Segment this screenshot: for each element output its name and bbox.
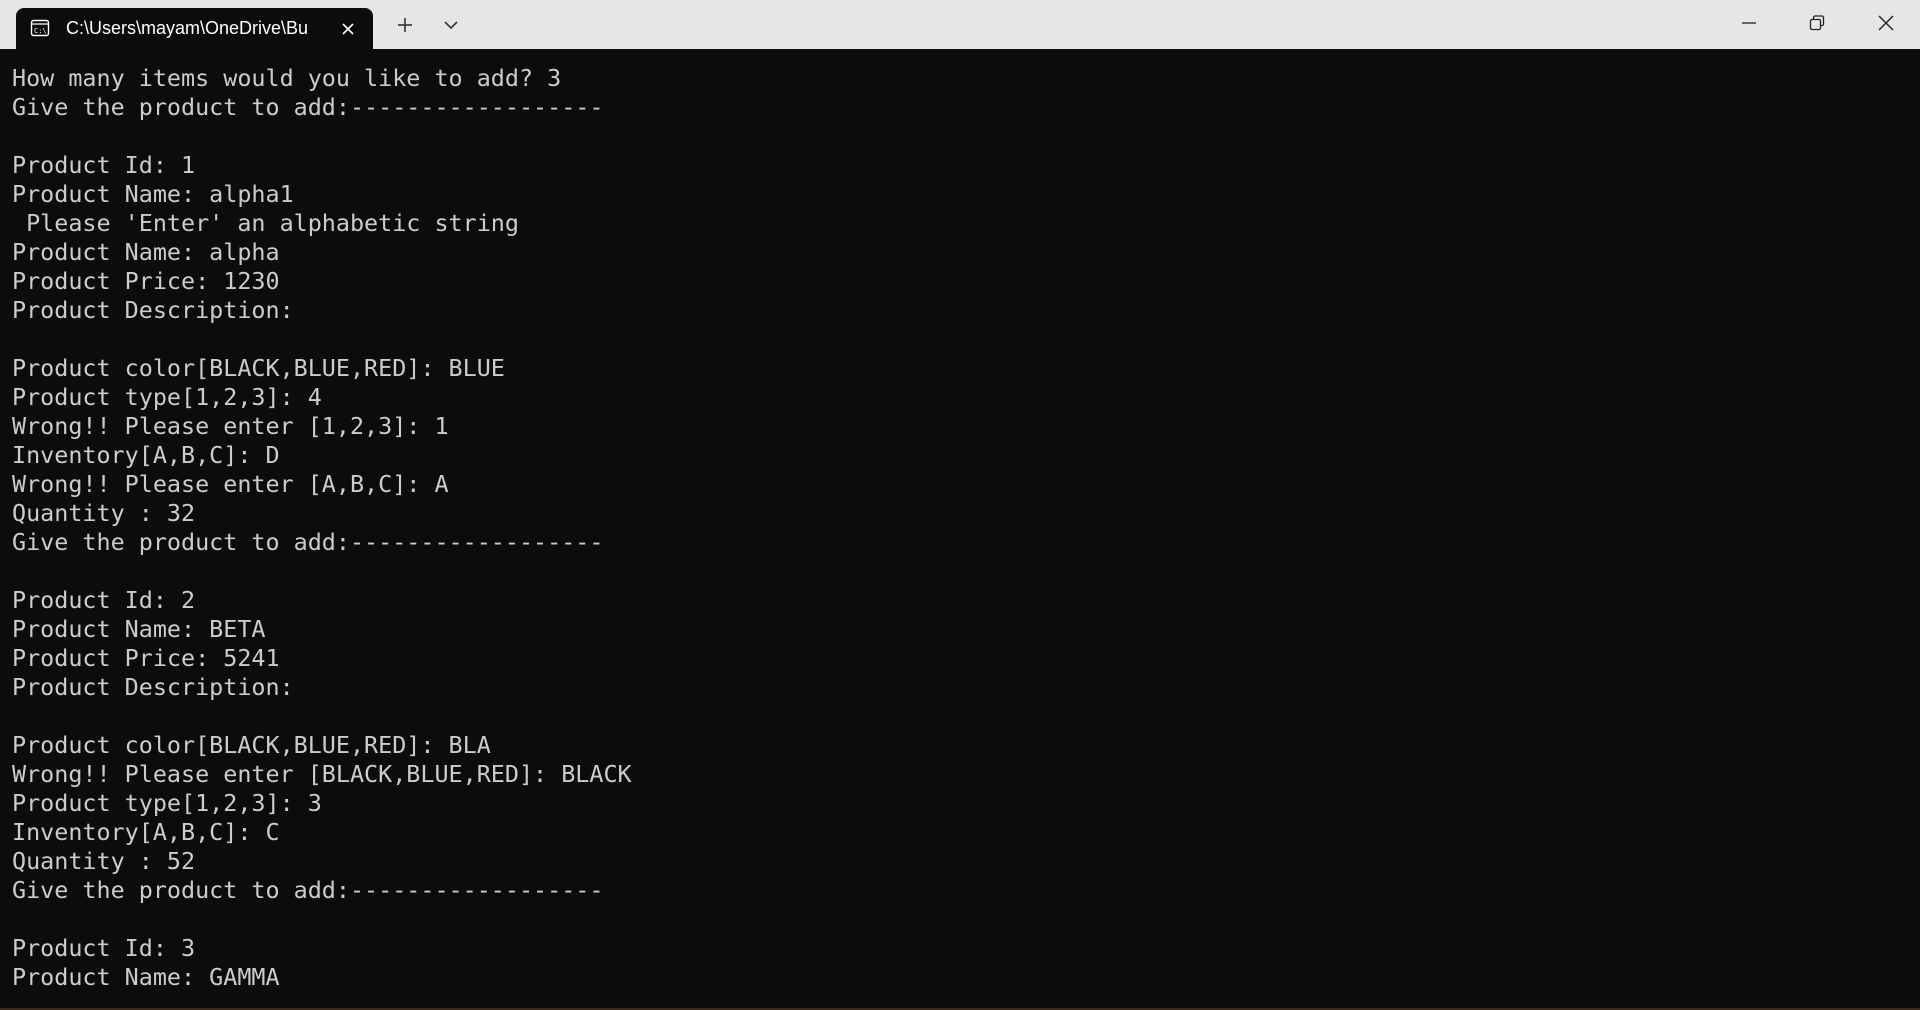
terminal-line: Product Name: alpha1 — [12, 180, 294, 208]
terminal-line: Product type[1,2,3]: 3 — [12, 789, 322, 817]
svg-text:C:\: C:\ — [34, 27, 47, 35]
terminal-line: Give the product to add:----------------… — [12, 93, 604, 121]
terminal-line: How many items would you like to add? 3 — [12, 64, 562, 92]
close-icon[interactable] — [336, 17, 360, 41]
terminal-line: Product color[BLACK,BLUE,RED]: BLA — [12, 731, 491, 759]
terminal-line: Product Price: 5241 — [12, 644, 280, 672]
terminal-lines: How many items would you like to add? 3 … — [12, 64, 632, 992]
terminal-line: Product Id: 2 — [12, 586, 196, 614]
terminal-line: Product Id: 3 — [12, 934, 196, 962]
terminal-line: Wrong!! Please enter [1,2,3]: 1 — [12, 412, 449, 440]
terminal-line: Please 'Enter' an alphabetic string — [12, 209, 519, 237]
tab-dropdown-button[interactable] — [436, 12, 466, 38]
terminal-line: Product Name: alpha — [12, 238, 280, 266]
terminal-icon: C:\ — [30, 18, 50, 38]
terminal-line: Product Description: — [12, 296, 294, 324]
terminal-line: Give the product to add:----------------… — [12, 528, 604, 556]
terminal-line: Product Name: BETA — [12, 615, 266, 643]
title-bar: C:\ C:\Users\mayam\OneDrive\Bu — [0, 0, 1920, 49]
terminal-line: Give the product to add:----------------… — [12, 876, 604, 904]
chevron-down-icon — [444, 21, 458, 30]
terminal-line: Inventory[A,B,C]: D — [12, 441, 280, 469]
terminal-line: Quantity : 52 — [12, 847, 196, 875]
plus-icon — [398, 18, 412, 32]
restore-button[interactable] — [1783, 0, 1851, 46]
terminal-line: Wrong!! Please enter [BLACK,BLUE,RED]: B… — [12, 760, 632, 788]
tab-title: C:\Users\mayam\OneDrive\Bu — [66, 18, 309, 38]
terminal-output[interactable]: How many items would you like to add? 3 … — [0, 49, 1920, 1010]
terminal-line: Product Description: — [12, 673, 294, 701]
terminal-line: Product type[1,2,3]: 4 — [12, 383, 322, 411]
terminal-line: Product Id: 1 — [12, 151, 196, 179]
restore-icon — [1809, 15, 1825, 31]
terminal-line: Product Price: 1230 — [12, 267, 280, 295]
terminal-line: Wrong!! Please enter [A,B,C]: A — [12, 470, 449, 498]
tab-terminal[interactable]: C:\ C:\Users\mayam\OneDrive\Bu — [16, 8, 373, 49]
new-tab-button[interactable] — [390, 12, 420, 38]
close-window-button[interactable] — [1852, 0, 1920, 46]
close-icon — [1878, 15, 1894, 31]
terminal-window: C:\ C:\Users\mayam\OneDrive\Bu How many … — [0, 0, 1920, 1010]
terminal-line: Product color[BLACK,BLUE,RED]: BLUE — [12, 354, 505, 382]
terminal-line: Quantity : 32 — [12, 499, 196, 527]
minimize-button[interactable] — [1715, 0, 1783, 46]
minimize-icon — [1742, 22, 1756, 24]
terminal-line: Product Name: GAMMA — [12, 963, 280, 991]
terminal-line: Inventory[A,B,C]: C — [12, 818, 280, 846]
